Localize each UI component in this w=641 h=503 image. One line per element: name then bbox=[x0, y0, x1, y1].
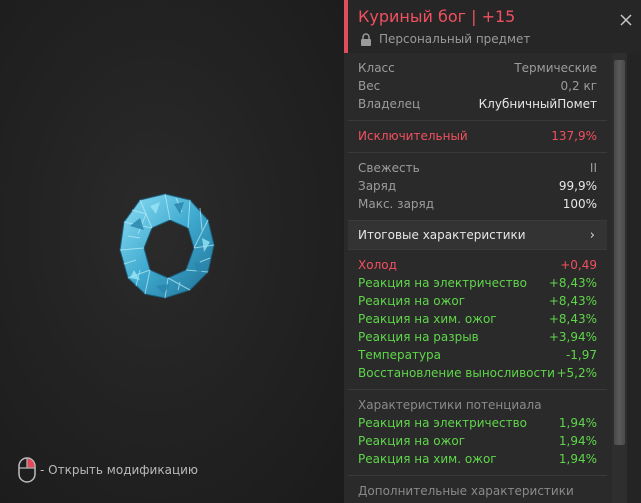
total-stats-button[interactable]: Итоговые характеристики › bbox=[348, 221, 607, 250]
additional-title: Дополнительные характеристики bbox=[358, 484, 574, 498]
personal-item-text: Персональный предмет bbox=[379, 32, 531, 46]
potential-section: Характеристики потенциала Реакция на эле… bbox=[348, 390, 607, 476]
panel-edge bbox=[627, 53, 641, 503]
item-header: Куриный бог | +15 Персональный предмет bbox=[344, 0, 641, 53]
info-row-owner: Владелец КлубничныйПомет bbox=[358, 97, 597, 111]
mouse-icon bbox=[18, 457, 36, 483]
condition-row-max-charge: Макс. заряд 100% bbox=[358, 197, 597, 211]
rarity-section: Исключительный 137,9% bbox=[348, 121, 607, 153]
condition-row-charge: Заряд 99,9% bbox=[358, 179, 597, 193]
hint-label: - Открыть модификацию bbox=[40, 463, 199, 477]
stat-row-chem-burn: Реакция на хим. ожог +8,43% bbox=[358, 312, 597, 326]
lock-icon bbox=[361, 32, 371, 46]
info-row-class: Класс Термические bbox=[358, 61, 597, 75]
chevron-right-icon: › bbox=[589, 227, 595, 243]
condition-section: Свежесть II Заряд 99,9% Макс. заряд 100% bbox=[348, 153, 607, 221]
artifact-icon bbox=[119, 193, 215, 299]
total-stats-label: Итоговые характеристики bbox=[358, 228, 526, 242]
stat-row-temperature: Температура -1,97 bbox=[358, 348, 597, 362]
scrollbar-thumb[interactable] bbox=[614, 60, 625, 445]
info-row-weight: Вес 0,2 кг bbox=[358, 79, 597, 93]
condition-row-freshness: Свежесть II bbox=[358, 161, 597, 175]
open-modification-hint: - Открыть модификацию bbox=[18, 457, 198, 483]
potential-title: Характеристики потенциала bbox=[358, 398, 542, 412]
info-section: Класс Термические Вес 0,2 кг Владелец Кл… bbox=[348, 53, 607, 121]
rarity-row: Исключительный 137,9% bbox=[358, 129, 597, 143]
item-title: Куриный бог | +15 bbox=[358, 7, 516, 26]
item-details-panel: Куриный бог | +15 Персональный предмет К… bbox=[344, 0, 641, 503]
details-scroll-area[interactable]: Класс Термические Вес 0,2 кг Владелец Кл… bbox=[348, 53, 607, 503]
stat-row-rupture: Реакция на разрыв +3,94% bbox=[358, 330, 597, 344]
personal-item-label: Персональный предмет bbox=[360, 32, 530, 46]
stat-row-electricity: Реакция на электричество +8,43% bbox=[358, 276, 597, 290]
stat-row-cold: Холод +0,49 bbox=[358, 258, 597, 272]
stat-row-stamina-regen: Восстановление выносливости +5,2% bbox=[358, 366, 597, 380]
potential-row-burn: Реакция на ожог 1,94% bbox=[358, 434, 597, 448]
item-preview-viewport[interactable]: - Открыть модификацию bbox=[0, 0, 344, 503]
potential-row-chem-burn: Реакция на хим. ожог 1,94% bbox=[358, 452, 597, 466]
close-button[interactable] bbox=[616, 10, 636, 30]
stats-section: Холод +0,49 Реакция на электричество +8,… bbox=[348, 250, 607, 390]
close-icon bbox=[620, 14, 632, 26]
additional-section: Дополнительные характеристики bbox=[348, 476, 607, 503]
potential-row-electricity: Реакция на электричество 1,94% bbox=[358, 416, 597, 430]
stat-row-burn: Реакция на ожог +8,43% bbox=[358, 294, 597, 308]
